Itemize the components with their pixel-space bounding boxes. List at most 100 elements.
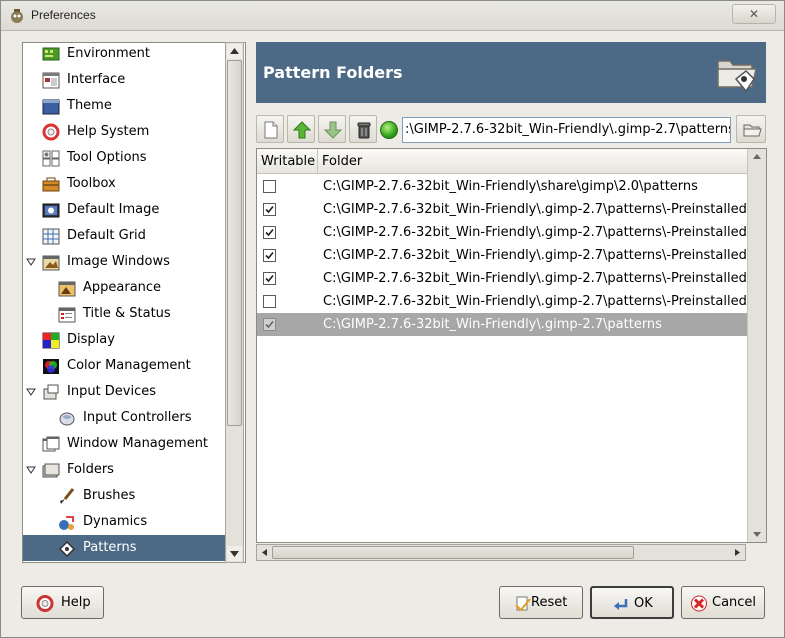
move-up-button[interactable]	[287, 115, 315, 143]
writable-checkbox[interactable]	[263, 272, 276, 285]
sidebar-item-toolbox[interactable]: Toolbox	[23, 171, 225, 197]
patterns-icon	[58, 540, 76, 557]
folder-row[interactable]: C:\GIMP-2.7.6-32bit_Win-Friendly\.gimp-2…	[257, 221, 747, 244]
expander-expanded-icon[interactable]	[26, 387, 36, 397]
expander-expanded-icon[interactable]	[26, 465, 36, 475]
scroll-left-icon[interactable]	[258, 546, 271, 559]
scroll-up-icon[interactable]	[227, 44, 242, 59]
help-button[interactable]: Help	[21, 586, 104, 619]
delete-button[interactable]	[349, 115, 377, 143]
writable-checkbox[interactable]	[263, 203, 276, 216]
ok-button[interactable]: OK	[590, 586, 674, 619]
sidebar-item-dynamics[interactable]: Dynamics	[23, 509, 225, 535]
sidebar-item-label: Folders	[67, 462, 114, 477]
writable-checkbox[interactable]	[263, 180, 276, 193]
sidebar-item-display[interactable]: Display	[23, 327, 225, 353]
sidebar-item-title-status[interactable]: Title & Status	[23, 301, 225, 327]
browse-folder-button[interactable]	[736, 115, 766, 143]
folder-row[interactable]: C:\GIMP-2.7.6-32bit_Win-Friendly\.gimp-2…	[257, 198, 747, 221]
checkmark-icon	[265, 251, 274, 260]
folder-row[interactable]: C:\GIMP-2.7.6-32bit_Win-Friendly\.gimp-2…	[257, 244, 747, 267]
writable-checkbox[interactable]	[263, 226, 276, 239]
default-image-icon	[42, 203, 60, 218]
delete-icon	[357, 122, 371, 139]
new-folder-button[interactable]	[256, 115, 284, 143]
sidebar-item-label: Appearance	[83, 280, 162, 295]
sidebar-item-label: Color Management	[67, 358, 191, 373]
sidebar-item-patterns[interactable]: Patterns	[23, 535, 225, 561]
toolbox-icon	[42, 177, 60, 192]
title-status-icon	[58, 307, 76, 323]
gimp-app-icon	[11, 9, 23, 23]
sidebar-item-appearance[interactable]: Appearance	[23, 275, 225, 301]
color-management-icon	[43, 359, 59, 374]
folder-path: C:\GIMP-2.7.6-32bit_Win-Friendly\.gimp-2…	[323, 225, 747, 240]
sidebar-item-environment[interactable]: Environment	[23, 43, 225, 67]
scroll-up-icon[interactable]	[749, 149, 765, 164]
folder-row[interactable]: C:\GIMP-2.7.6-32bit_Win-Friendly\.gimp-2…	[257, 313, 747, 336]
brushes-icon	[60, 488, 75, 504]
sidebar-item-theme[interactable]: Theme	[23, 93, 225, 119]
reset-button[interactable]: Reset	[499, 586, 583, 619]
scroll-right-icon[interactable]	[731, 546, 744, 559]
sidebar-item-label: Brushes	[83, 488, 136, 503]
list-horizontal-scrollbar[interactable]	[256, 544, 746, 561]
sidebar-item-default-grid[interactable]: Default Grid	[23, 223, 225, 249]
sidebar-item-label: Window Management	[67, 436, 209, 451]
expander-expanded-icon[interactable]	[26, 257, 36, 267]
ok-button-label: OK	[634, 596, 653, 611]
cancel-button-label: Cancel	[712, 595, 757, 610]
sidebar-item-brushes[interactable]: Brushes	[23, 483, 225, 509]
folder-path: C:\GIMP-2.7.6-32bit_Win-Friendly\.gimp-2…	[323, 294, 747, 309]
folder-row[interactable]: C:\GIMP-2.7.6-32bit_Win-Friendly\.gimp-2…	[257, 267, 747, 290]
sidebar-item-default-image[interactable]: Default Image	[23, 197, 225, 223]
page-header: Pattern Folders	[256, 42, 766, 103]
cancel-button[interactable]: Cancel	[681, 586, 765, 619]
checkmark-icon	[265, 205, 274, 214]
list-vertical-scrollbar[interactable]	[747, 149, 766, 542]
list-header: Writable Folder	[257, 149, 747, 174]
input-devices-icon	[43, 384, 59, 400]
sidebar-item-label: Display	[67, 332, 115, 347]
scroll-down-icon[interactable]	[749, 527, 765, 542]
sidebar-item-label: Theme	[67, 98, 112, 113]
folder-path-input[interactable]: :\GIMP-2.7.6-32bit_Win-Friendly\.gimp-2.…	[402, 117, 731, 143]
writable-checkbox[interactable]	[263, 318, 276, 331]
h-scroll-thumb[interactable]	[272, 546, 634, 559]
writable-checkbox[interactable]	[263, 249, 276, 262]
sidebar-item-folders[interactable]: Folders	[23, 457, 225, 483]
tool-options-icon	[42, 150, 60, 167]
folder-path: C:\GIMP-2.7.6-32bit_Win-Friendly\.gimp-2…	[323, 271, 747, 286]
input-controllers-icon	[59, 412, 75, 426]
sidebar-item-input-devices[interactable]: Input Devices	[23, 379, 225, 405]
column-header-folder[interactable]: Folder	[319, 149, 747, 174]
new-folder-icon	[264, 121, 278, 139]
sidebar-item-interface[interactable]: Interface	[23, 67, 225, 93]
tree-scrollbar[interactable]	[225, 42, 244, 563]
sidebar-item-label: Image Windows	[67, 254, 170, 269]
checkmark-icon	[265, 228, 274, 237]
scroll-down-icon[interactable]	[227, 546, 242, 561]
cancel-x-icon	[691, 595, 707, 612]
sidebar-item-image-windows[interactable]: Image Windows	[23, 249, 225, 275]
sidebar-item-help-system[interactable]: Help System	[23, 119, 225, 145]
sidebar-item-window-management[interactable]: Window Management	[23, 431, 225, 457]
folder-row[interactable]: C:\GIMP-2.7.6-32bit_Win-Friendly\.gimp-2…	[257, 290, 747, 313]
environment-icon	[42, 47, 60, 61]
sidebar-item-label: Input Controllers	[83, 410, 192, 425]
help-lifebuoy-icon	[36, 595, 54, 612]
close-icon[interactable]: ✕	[732, 4, 776, 24]
sidebar-item-color-management[interactable]: Color Management	[23, 353, 225, 379]
preferences-window: Preferences ✕ Environment Interface Theme H…	[0, 0, 785, 638]
column-header-writable[interactable]: Writable	[257, 149, 318, 174]
sidebar-item-input-controllers[interactable]: Input Controllers	[23, 405, 225, 431]
theme-icon	[42, 99, 60, 115]
folder-path: C:\GIMP-2.7.6-32bit_Win-Friendly\.gimp-2…	[323, 202, 747, 217]
tree-scroll-thumb[interactable]	[227, 60, 242, 426]
folder-row[interactable]: C:\GIMP-2.7.6-32bit_Win-Friendly\share\g…	[257, 175, 747, 198]
browse-folder-icon	[743, 124, 762, 137]
writable-checkbox[interactable]	[263, 295, 276, 308]
folder-toolbar: :\GIMP-2.7.6-32bit_Win-Friendly\.gimp-2.…	[256, 115, 766, 145]
sidebar-item-tool-options[interactable]: Tool Options	[23, 145, 225, 171]
move-down-button[interactable]	[318, 115, 346, 143]
